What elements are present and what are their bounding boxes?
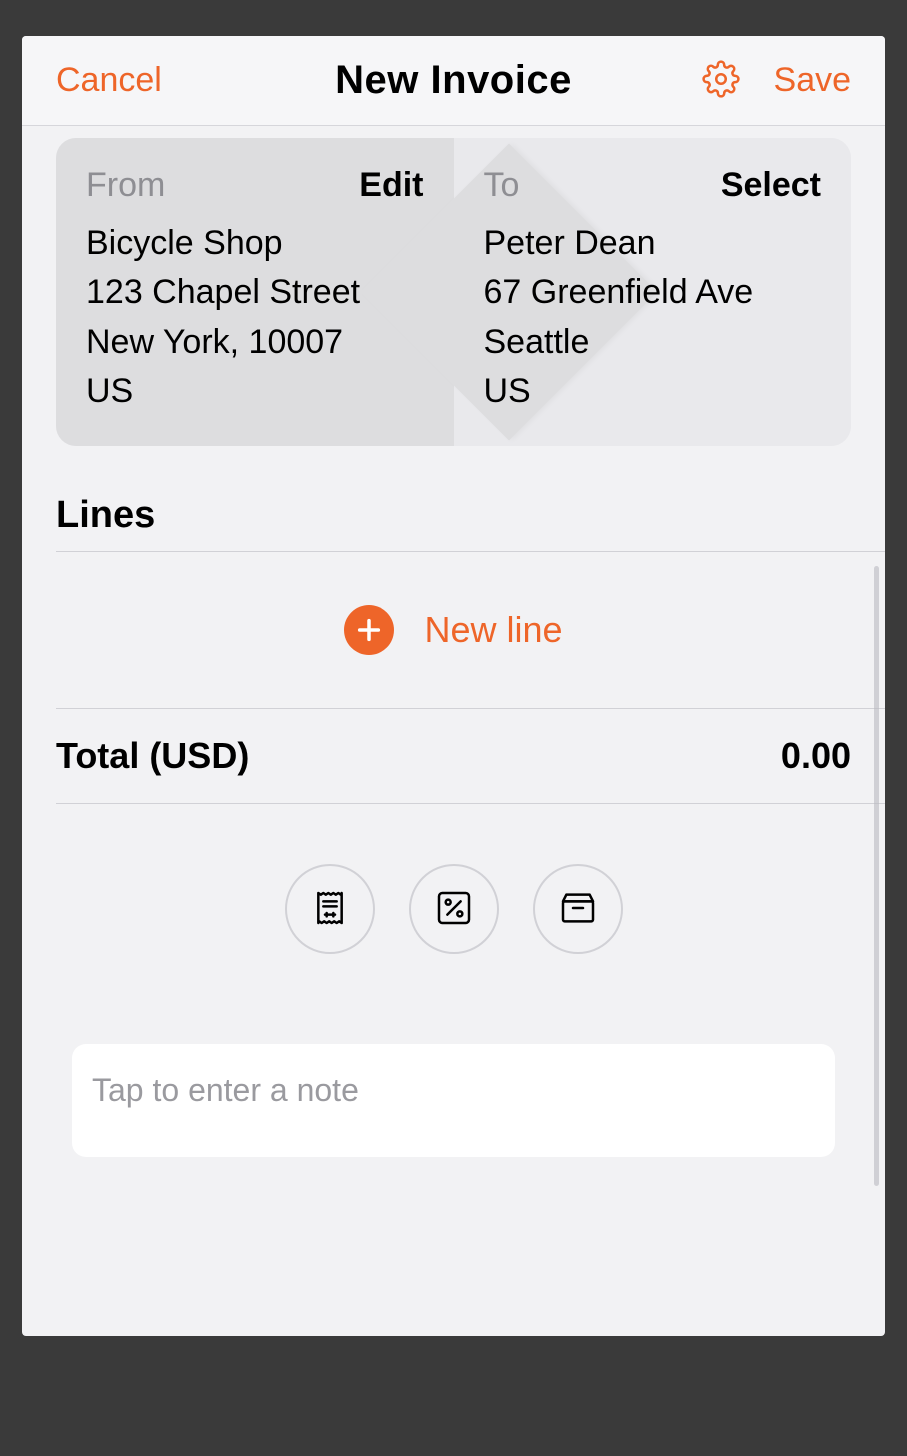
from-country: US	[86, 367, 424, 416]
total-row: Total (USD) 0.00	[22, 709, 885, 803]
note-input[interactable]: Tap to enter a note	[72, 1044, 835, 1157]
to-label: To	[484, 166, 520, 205]
discount-button[interactable]	[409, 864, 499, 954]
from-label: From	[86, 166, 165, 205]
total-value: 0.00	[781, 735, 851, 777]
receipt-button[interactable]	[285, 864, 375, 954]
total-label: Total (USD)	[56, 735, 249, 777]
action-icons-row	[22, 864, 885, 954]
from-panel[interactable]: From Edit Bicycle Shop 123 Chapel Street…	[56, 138, 454, 446]
archive-box-icon	[558, 888, 598, 931]
archive-button[interactable]	[533, 864, 623, 954]
divider	[56, 803, 885, 804]
address-card: From Edit Bicycle Shop 123 Chapel Street…	[56, 138, 851, 446]
to-country: US	[484, 367, 822, 416]
save-button[interactable]: Save	[774, 61, 852, 100]
new-line-label: New line	[424, 609, 562, 651]
to-city: Seattle	[484, 318, 822, 367]
plus-icon	[344, 605, 394, 655]
lines-section-title: Lines	[56, 494, 851, 551]
navigation-bar: Cancel New Invoice Save	[22, 36, 885, 126]
percent-icon	[434, 888, 474, 931]
to-panel[interactable]: To Select Peter Dean 67 Greenfield Ave S…	[454, 138, 852, 446]
page-title: New Invoice	[335, 58, 572, 103]
note-placeholder: Tap to enter a note	[92, 1072, 359, 1108]
to-street: 67 Greenfield Ave	[484, 268, 822, 317]
settings-button[interactable]	[702, 60, 740, 101]
from-street: 123 Chapel Street	[86, 268, 424, 317]
select-to-button[interactable]: Select	[721, 166, 821, 205]
from-city: New York, 10007	[86, 318, 424, 367]
to-name: Peter Dean	[484, 219, 822, 268]
gear-icon	[702, 60, 740, 101]
receipt-icon	[310, 888, 350, 931]
edit-from-button[interactable]: Edit	[359, 166, 423, 205]
cancel-button[interactable]: Cancel	[56, 61, 162, 100]
new-line-button[interactable]: New line	[22, 552, 885, 708]
from-name: Bicycle Shop	[86, 219, 424, 268]
scrollbar[interactable]	[874, 566, 879, 1186]
